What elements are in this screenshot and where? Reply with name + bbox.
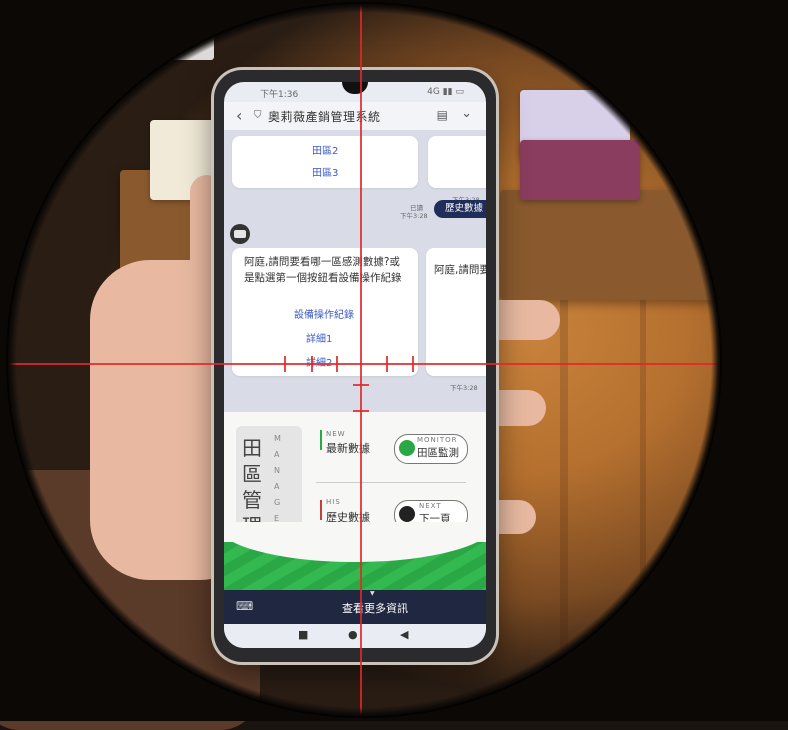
manage-letter: M [274,434,282,443]
crosshair-vertical [360,0,362,721]
status-time: 下午1:36 [260,90,299,100]
shelf-label [108,4,214,60]
crosshair-horizontal [0,363,720,365]
crosshair-tick [311,356,313,372]
arrow-right-icon [399,506,415,522]
manage-letter: A [274,482,281,491]
crosshair-tick [353,410,369,412]
manage-letter: A [274,450,281,459]
carousel-card-partial [428,136,486,188]
monitor-button[interactable]: MONITOR 田區監測 [394,434,468,464]
user-message-bubble: 歷史數據 [434,200,486,218]
more-info-label: 查看更多資訊 [342,602,408,615]
product-box [580,20,670,70]
new-caption: NEW [326,430,346,438]
green-wave-decoration [224,522,486,596]
phone: 下午1:36 4G ▮▮ ▭ ‹ ⛉ 奧莉薇產銷管理系統 ▤ ⌄ 田區2 田區3… [214,70,496,662]
his-caption: HIS [326,498,341,506]
bot-message-card: 阿庭,請問要看哪一區感測數據?或 是點選第一個按鈕看設備操作紀錄 設備操作紀錄 … [232,248,418,376]
read-time: 下午3:28 [400,212,428,220]
back-nav-icon[interactable]: ◀ [400,628,408,641]
caret-down-icon: ▼ [370,590,375,597]
second-card-text: 阿庭,請問要看 [434,264,486,276]
chat-area[interactable]: 田區2 田區3 下午3:28 已讀 下午3:28 歷史數據 阿庭,請問要看哪一區… [224,130,486,412]
red-accent-bar [320,500,322,520]
chat-title: 奧莉薇產銷管理系統 [268,110,381,124]
chat-header: ‹ ⛉ 奧莉薇產銷管理系統 ▤ ⌄ [224,102,486,131]
crosshair-tick [284,356,286,372]
option-detail-1[interactable]: 詳細1 [306,330,332,345]
manage-char: 管 [242,488,262,512]
next-caption: NEXT [419,502,442,510]
option-detail-2[interactable]: 詳細2 [306,354,332,369]
message-timestamp-2: 下午3:28 [450,384,478,392]
manage-letter: G [274,498,282,507]
home-icon[interactable]: ● [348,628,358,641]
bot-message-line1: 阿庭,請問要看哪一區感測數據?或 [244,256,400,268]
field-option-2[interactable]: 田區2 [312,142,338,157]
camera-icon [399,440,415,456]
menu-divider [316,482,466,483]
crosshair-tick [353,384,369,386]
recent-apps-icon[interactable]: ■ [298,628,308,641]
signal-icon: 4G ▮▮ ▭ [427,87,464,97]
android-nav-bar: ■ ● ◀ [224,624,486,648]
chevron-down-icon[interactable]: ⌄ [461,106,472,121]
back-icon[interactable]: ‹ [236,106,242,125]
manage-char: 區 [242,462,262,486]
monitor-label: 田區監測 [417,447,459,459]
crosshair-tick [412,356,414,372]
manage-char: 田 [242,436,262,460]
rich-menu-toggle-bar[interactable]: ⌨ ▼ 查看更多資訊 [224,590,486,624]
monitor-caption: MONITOR [417,436,458,444]
keyboard-icon[interactable]: ⌨ [236,599,253,613]
manage-letter: N [274,466,281,475]
product-box [520,140,640,200]
field-option-3[interactable]: 田區3 [312,164,338,179]
crosshair-tick [386,356,388,372]
bot-message-line2: 是點選第一個按鈕看設備操作紀錄 [244,272,402,284]
latest-data-button[interactable]: 最新數據 [326,440,370,456]
wooden-shelf [500,190,730,300]
bot-avatar[interactable] [230,224,250,244]
crosshair-tick [336,356,338,372]
carousel-card-fields: 田區2 田區3 [232,136,418,188]
phone-screen: 下午1:36 4G ▮▮ ▭ ‹ ⛉ 奧莉薇產銷管理系統 ▤ ⌄ 田區2 田區3… [224,82,486,648]
green-accent-bar [320,430,322,450]
shield-icon: ⛉ [254,110,262,121]
bot-message-card-partial: 阿庭,請問要看 [426,248,486,376]
notes-icon[interactable]: ▤ [437,108,448,122]
option-device-log[interactable]: 設備操作紀錄 [294,306,354,321]
